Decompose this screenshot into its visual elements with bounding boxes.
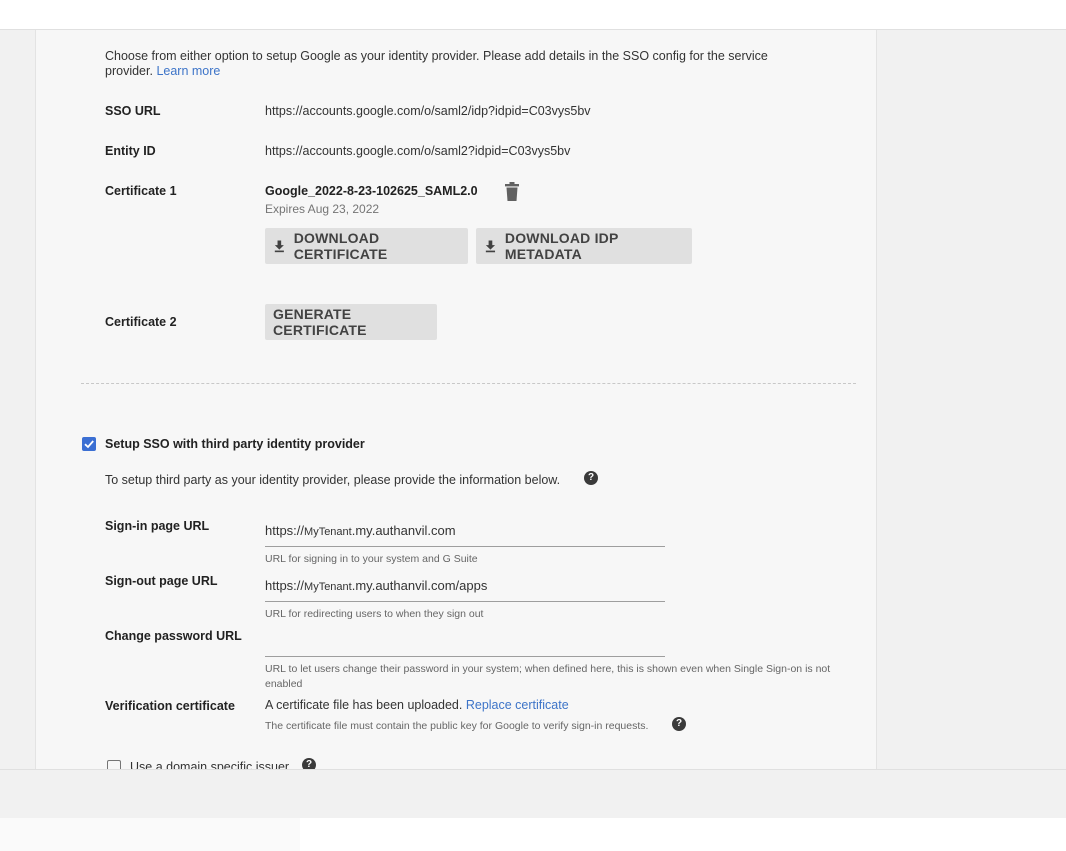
sign-out-url-prefix: https:// — [265, 578, 305, 593]
sign-out-url-tenant: MyTenant — [304, 581, 352, 593]
download-icon — [274, 240, 284, 253]
verification-certificate-status-row: A certificate file has been uploaded. Re… — [265, 698, 569, 712]
domain-specific-issuer-checkbox[interactable] — [107, 760, 121, 769]
download-certificate-label: DOWNLOAD CERTIFICATE — [293, 230, 388, 262]
trash-icon[interactable] — [503, 182, 521, 202]
domain-specific-issuer-label: Use a domain specific issuer — [130, 760, 290, 769]
verification-certificate-label: Verification certificate — [105, 699, 235, 713]
change-password-url-underline — [265, 656, 665, 657]
third-party-sso-label: Setup SSO with third party identity prov… — [105, 437, 365, 451]
checkmark-icon — [84, 440, 94, 449]
sign-in-url-underline — [265, 546, 665, 547]
help-icon[interactable]: ? — [672, 717, 686, 731]
sign-in-url-label: Sign-in page URL — [105, 519, 210, 533]
change-password-url-label: Change password URL — [105, 629, 242, 643]
sign-out-url-underline — [265, 601, 665, 602]
certificate-1-expiry: Expires Aug 23, 2022 — [265, 202, 380, 216]
bottom-right-panel — [300, 818, 1066, 851]
certificate-1-name: Google_2022-8-23-102625_SAML2.0 — [265, 184, 478, 198]
generate-certificate-button[interactable]: GENERATE CERTIFICATE — [265, 304, 437, 340]
sign-out-url-input[interactable]: https://MyTenant.my.authanvil.com/apps — [265, 578, 487, 593]
sign-in-url-prefix: https:// — [265, 523, 305, 538]
verification-certificate-hint: The certificate file must contain the pu… — [265, 720, 649, 732]
intro-paragraph: Choose from either option to setup Googl… — [105, 49, 805, 79]
entity-id-value: https://accounts.google.com/o/saml2?idpi… — [265, 144, 571, 158]
footer-bar — [0, 769, 1066, 819]
replace-certificate-link[interactable]: Replace certificate — [466, 698, 569, 712]
help-icon[interactable]: ? — [584, 471, 598, 485]
bottom-left-panel — [0, 818, 300, 851]
sign-out-url-label: Sign-out page URL — [105, 574, 218, 588]
certificate-2-label: Certificate 2 — [105, 315, 177, 329]
download-certificate-button[interactable]: DOWNLOAD CERTIFICATE — [265, 228, 468, 264]
sign-in-url-tenant: MyTenant — [304, 526, 352, 538]
download-icon — [485, 240, 496, 253]
entity-id-label: Entity ID — [105, 144, 156, 158]
help-icon[interactable]: ? — [302, 758, 316, 769]
sso-url-label: SSO URL — [105, 104, 161, 118]
certificate-1-label: Certificate 1 — [105, 184, 177, 198]
change-password-url-input[interactable] — [265, 633, 665, 651]
third-party-description: To setup third party as your identity pr… — [105, 473, 561, 487]
generate-certificate-label: GENERATE CERTIFICATE — [273, 306, 367, 338]
change-password-url-hint: URL to let users change their password i… — [265, 663, 831, 690]
sso-settings-card: Choose from either option to setup Googl… — [35, 30, 877, 769]
sign-out-url-hint: URL for redirecting users to when they s… — [265, 608, 484, 620]
sign-in-url-suffix: .my.authanvil.com — [351, 523, 456, 538]
sign-in-url-input[interactable]: https://MyTenant.my.authanvil.com — [265, 523, 456, 538]
section-divider — [81, 383, 856, 384]
sign-in-url-hint: URL for signing in to your system and G … — [265, 553, 478, 565]
sign-out-url-suffix: .my.authanvil.com/apps — [351, 578, 488, 593]
page-background: Choose from either option to setup Googl… — [0, 30, 1066, 769]
download-idp-metadata-label: DOWNLOAD IDP METADATA — [504, 230, 619, 262]
third-party-sso-checkbox[interactable] — [82, 437, 96, 451]
sso-url-value: https://accounts.google.com/o/saml2/idp?… — [265, 104, 591, 118]
verification-certificate-status: A certificate file has been uploaded. — [265, 698, 463, 712]
download-idp-metadata-button[interactable]: DOWNLOAD IDP METADATA — [476, 228, 692, 264]
learn-more-link[interactable]: Learn more — [156, 64, 220, 78]
top-bar — [0, 0, 1066, 30]
